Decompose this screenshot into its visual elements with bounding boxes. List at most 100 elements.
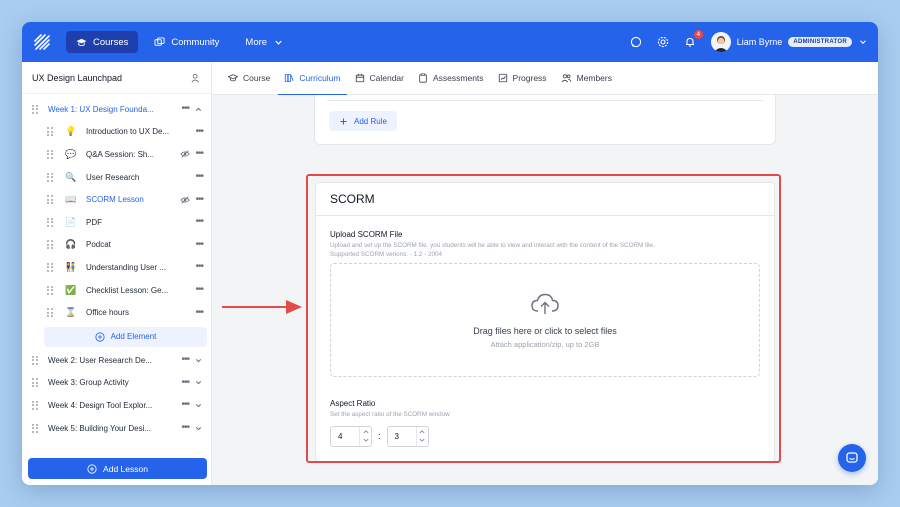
drag-handle-icon[interactable] (47, 149, 53, 159)
drag-handle-icon[interactable] (47, 285, 53, 295)
more-options-icon[interactable]: ••• (181, 377, 189, 388)
bell-icon[interactable]: 4 (684, 28, 704, 49)
lesson-row[interactable]: 💬 Q&A Session: Sh... ••• (22, 143, 211, 166)
scorm-dropzone[interactable]: Drag files here or click to select files… (330, 263, 760, 377)
more-options-icon[interactable]: ••• (195, 217, 203, 227)
chevron-down-icon[interactable] (360, 436, 371, 446)
tab-calendar-label: Calendar (369, 73, 405, 83)
curriculum-sidebar: UX Design Launchpad Week 1: UX Design Fo… (22, 62, 212, 485)
chevron-up-icon[interactable] (194, 105, 203, 114)
drag-handle-icon[interactable] (47, 195, 53, 205)
lesson-label: Introduction to UX De... (86, 127, 170, 137)
more-options-icon[interactable]: ••• (181, 355, 189, 365)
lesson-row[interactable]: 📄 PDF ••• (22, 211, 211, 234)
tab-assessments[interactable]: Assessments (412, 62, 490, 95)
drag-handle-icon[interactable] (32, 378, 38, 388)
week-row[interactable]: Week 2: User Research De... ••• (22, 349, 211, 372)
nav-community[interactable]: Community (144, 31, 229, 53)
more-options-icon[interactable]: ••• (195, 126, 203, 137)
chevron-down-icon[interactable] (194, 378, 203, 387)
lesson-row[interactable]: 💡 Introduction to UX De... ••• (22, 121, 211, 144)
ratio-height-stepper[interactable]: 3 (386, 425, 429, 447)
week-row[interactable]: Week 1: UX Design Founda... ••• (22, 98, 211, 121)
drag-handle-icon[interactable] (47, 127, 53, 137)
more-options-icon[interactable]: ••• (181, 104, 189, 114)
drag-handle-icon[interactable] (32, 355, 38, 365)
lesson-row-active[interactable]: 📖 SCORM Lesson ••• (22, 188, 211, 211)
chevron-down-icon[interactable] (194, 356, 203, 365)
tab-calendar[interactable]: Calendar (349, 62, 411, 95)
chevron-up-icon[interactable] (360, 427, 371, 437)
chevron-down-icon[interactable] (417, 436, 428, 446)
more-options-icon[interactable]: ••• (195, 285, 203, 295)
chat-bubble-icon[interactable] (630, 36, 643, 49)
top-navigation-bar: Courses Community More 4 Liam Byrne ADMI… (22, 22, 878, 62)
main-content: Add Rule SCORM Upload SCORM File Upload … (212, 95, 878, 485)
document-icon: 📄 (65, 216, 77, 227)
ratio-width-stepper[interactable]: 4 (330, 425, 372, 447)
tab-curriculum[interactable]: Curriculum (278, 62, 347, 96)
support-chat-button[interactable] (838, 444, 866, 472)
more-options-icon[interactable]: ••• (181, 400, 189, 410)
clipboard-icon (419, 73, 427, 83)
user-menu[interactable]: Liam Byrne ADMINISTRATOR (710, 32, 868, 52)
drag-handle-icon[interactable] (47, 308, 53, 318)
chat-icon (846, 452, 858, 463)
calendar-icon (355, 73, 364, 83)
ratio-width-value: 4 (338, 431, 343, 441)
more-options-icon[interactable]: ••• (195, 172, 203, 182)
lesson-row[interactable]: ⌛ Office hours ••• (22, 301, 211, 324)
add-lesson-button[interactable]: Add Lesson (28, 458, 207, 479)
more-options-icon[interactable]: ••• (195, 262, 203, 272)
chevron-up-icon[interactable] (417, 427, 428, 437)
drag-handle-icon[interactable] (47, 217, 53, 227)
drag-handle-icon[interactable] (47, 240, 53, 250)
lesson-row[interactable]: 🎧 Podcat ••• (22, 234, 211, 257)
more-options-icon[interactable]: ••• (195, 194, 203, 205)
tab-members-label: Members (576, 73, 612, 83)
plus-circle-icon (87, 463, 97, 474)
drag-handle-icon[interactable] (47, 172, 53, 182)
lesson-label: Understanding User ... (86, 262, 167, 272)
tab-curriculum-label: Curriculum (299, 73, 341, 83)
lesson-row[interactable]: 👫 Understanding User ... ••• (22, 256, 211, 279)
week-row[interactable]: Week 3: Group Activity ••• (22, 372, 211, 395)
lesson-row[interactable]: ✅ Checklist Lesson: Ge... ••• (22, 279, 211, 302)
tab-course[interactable]: Course (222, 62, 276, 95)
week-row[interactable]: Week 4: Design Tool Explor... ••• (22, 394, 211, 417)
drag-handle-icon[interactable] (32, 104, 38, 114)
plus-icon (340, 118, 347, 124)
more-options-icon[interactable]: ••• (195, 149, 203, 159)
lesson-row[interactable]: 🔍 User Research ••• (22, 166, 211, 189)
drag-handle-icon[interactable] (32, 423, 38, 433)
drag-handle-icon[interactable] (47, 262, 53, 272)
gear-icon[interactable] (657, 36, 670, 49)
more-options-icon[interactable]: ••• (181, 423, 189, 433)
drag-handle-icon[interactable] (32, 400, 38, 410)
logo-icon[interactable] (32, 32, 52, 52)
eye-off-icon[interactable] (180, 149, 191, 159)
chevron-down-icon[interactable] (194, 401, 203, 410)
graduation-cap-icon (228, 74, 238, 82)
add-rule-button[interactable]: Add Rule (329, 111, 397, 131)
user-settings-icon[interactable] (191, 73, 201, 83)
week-row[interactable]: Week 5: Building Your Desi... ••• (22, 417, 211, 440)
tab-progress-label: Progress (512, 73, 547, 83)
more-options-icon[interactable]: ••• (195, 239, 203, 250)
lesson-label: Checklist Lesson: Ge... (86, 285, 169, 295)
nav-more[interactable]: More (235, 31, 294, 53)
curriculum-icon (285, 74, 294, 82)
tab-assessments-label: Assessments (433, 73, 484, 83)
add-element-button[interactable]: Add Element (44, 326, 207, 347)
chevron-down-icon[interactable] (194, 424, 203, 433)
avatar (710, 32, 731, 52)
tab-members[interactable]: Members (555, 62, 618, 95)
headphones-icon: 🎧 (65, 239, 77, 250)
divider (327, 100, 763, 101)
nav-courses[interactable]: Courses (66, 31, 139, 53)
tab-progress[interactable]: Progress (492, 62, 553, 95)
eye-off-icon[interactable] (180, 195, 191, 205)
more-options-icon[interactable]: ••• (195, 307, 203, 318)
app-window: Courses Community More 4 Liam Byrne ADMI… (22, 22, 878, 485)
lesson-label: SCORM Lesson (86, 195, 144, 205)
